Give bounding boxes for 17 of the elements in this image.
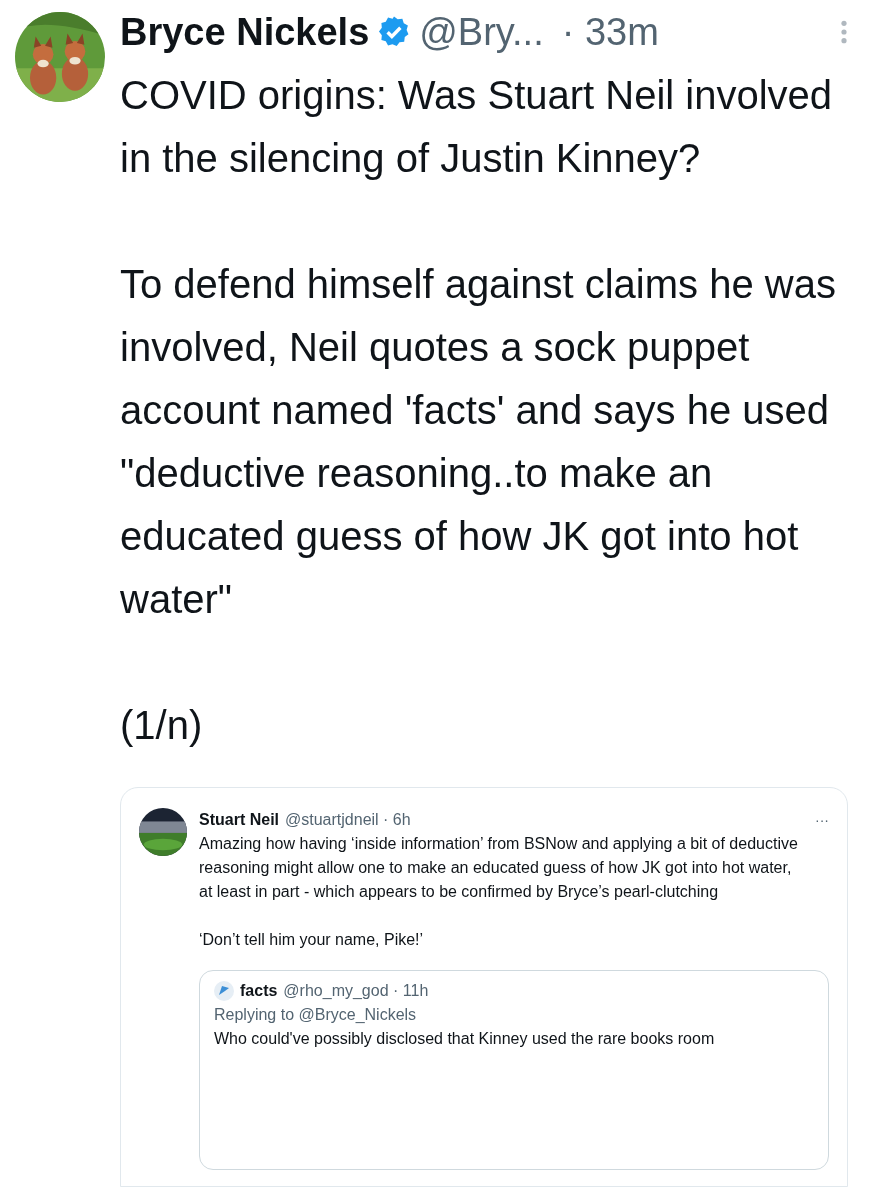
- author-name: Stuart Neil: [199, 810, 279, 830]
- reply-context: Replying to @Bryce_Nickels: [214, 1005, 418, 1025]
- more-options-icon: ···: [815, 809, 829, 831]
- post-text: ‘Don’t tell him your name, Pike!’: [199, 930, 425, 950]
- author-handle: @stuartjdneil · 6h: [285, 810, 411, 830]
- author-handle[interactable]: @Bry...: [419, 3, 544, 61]
- author-name: facts: [240, 981, 278, 1001]
- post-text: COVID origins: Was Stuart Neil involved in the silencing of Justin Kinney?: [120, 72, 834, 182]
- post-text: (1/n): [120, 702, 204, 749]
- post-text: Amazing how having ‘inside information’ from BSNow and applying a bit of deductive reasoning might allow one to make an educated guess of how JK got into hot water, at least in part - which appears to be confirmed by Bryce’s pearl-clutching: [199, 834, 799, 902]
- author-name[interactable]: Bryce Nickels: [120, 3, 370, 61]
- post-text: Who could've possibly disclosed that Kinney used the rare books room: [214, 1029, 716, 1049]
- more-options-icon[interactable]: [840, 19, 848, 45]
- avatar-icon: [214, 981, 234, 1001]
- post-time[interactable]: · 33m: [561, 3, 659, 61]
- author-handle: @rho_my_god · 11h: [283, 981, 429, 1001]
- post-text: To defend himself against claims he was involved, Neil quotes a sock puppet account named 'facts' and says he used "deductive reasoning..to make an educated guess of how JK got into hot water": [120, 261, 837, 623]
